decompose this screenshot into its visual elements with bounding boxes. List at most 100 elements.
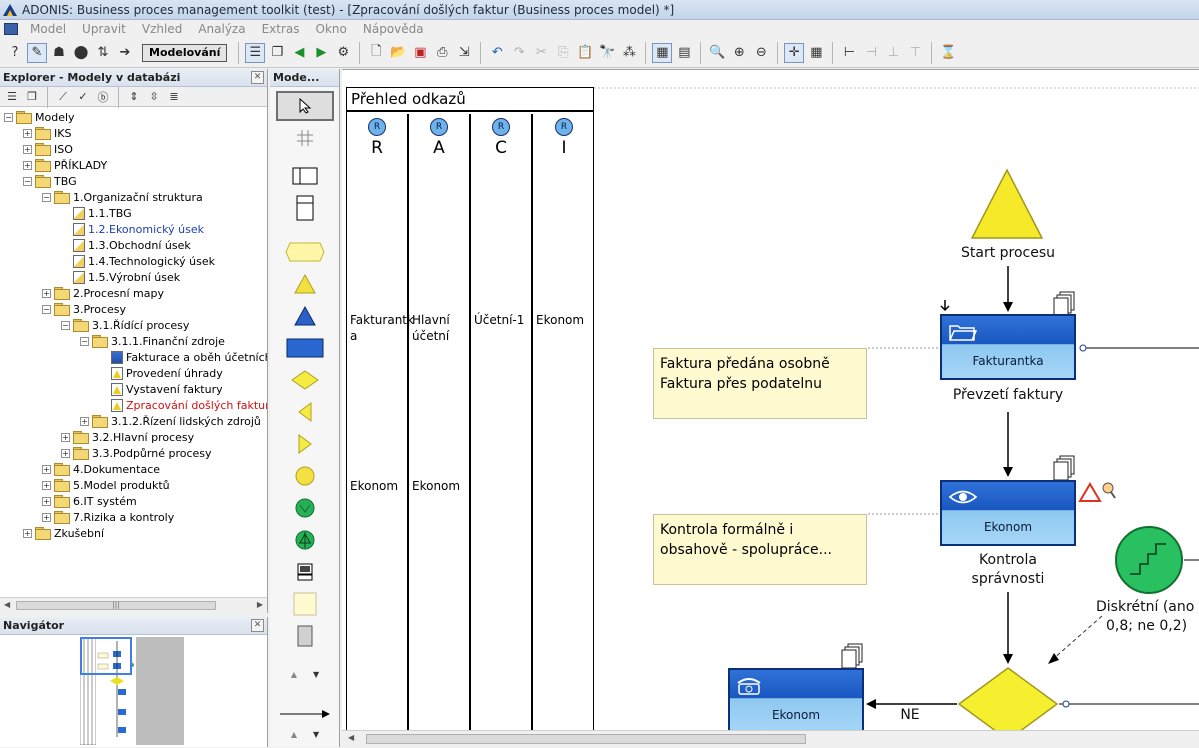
canvas-horizontal-scrollbar[interactable]: ◀ xyxy=(342,730,1199,747)
tree-node[interactable]: 1.1.TBG xyxy=(61,205,132,221)
export-icon[interactable]: ➔ xyxy=(115,43,135,63)
database-icon[interactable]: ☰ xyxy=(245,42,266,63)
expand-icon[interactable]: + xyxy=(42,512,51,522)
transfer-icon[interactable]: ⇅ xyxy=(93,43,113,63)
tree-node[interactable]: +3.3.Podpůrné procesy xyxy=(61,445,212,461)
paste-icon[interactable]: 📋 xyxy=(575,43,595,63)
activity-ekonom[interactable]: Ekonom xyxy=(728,668,864,730)
raci-table[interactable]: Přehled odkazů RR Fakturantk a Ekonom RA … xyxy=(346,87,594,730)
menu-extras[interactable]: Extras xyxy=(254,22,308,36)
collapse-icon[interactable]: − xyxy=(42,192,51,202)
align-right-icon[interactable]: ⊤ xyxy=(905,43,925,63)
activity-prevzeti-faktury[interactable]: Fakturantka xyxy=(940,314,1076,380)
close-icon[interactable]: ✕ xyxy=(251,71,264,84)
tree-node[interactable]: Vystavení faktury xyxy=(99,381,223,397)
menu-window[interactable]: Okno xyxy=(308,22,355,36)
horizontal-swimlane-tool[interactable] xyxy=(276,161,334,191)
aggregation-tool[interactable] xyxy=(276,621,334,651)
expand-icon[interactable]: + xyxy=(42,464,51,474)
zoom-in-icon[interactable]: ⊕ xyxy=(729,43,749,63)
connector-tool[interactable] xyxy=(276,699,334,729)
document-icon[interactable] xyxy=(4,23,18,35)
tree-node[interactable]: − TBG xyxy=(23,173,77,189)
expand-all-icon[interactable]: ⇕ xyxy=(125,89,143,105)
tree-node[interactable]: +5.Model produktů xyxy=(42,477,170,493)
merge-tool[interactable] xyxy=(276,397,334,427)
menu-analysis[interactable]: Analýza xyxy=(190,22,253,36)
grid-icon[interactable]: ⁂ xyxy=(619,43,639,63)
copy-icon[interactable]: ⎘ xyxy=(553,43,573,63)
pointer-tool[interactable] xyxy=(276,91,334,121)
tree-node[interactable]: + PŘÍKLADY xyxy=(23,157,107,173)
expand-icon[interactable]: + xyxy=(23,144,32,154)
align-center-icon[interactable]: ⊣ xyxy=(861,43,881,63)
forward-icon[interactable]: ▶ xyxy=(311,43,331,63)
tree-node[interactable]: 1.5.Výrobní úsek xyxy=(61,269,180,285)
tree-node[interactable]: +7.Rizika a kontroly xyxy=(42,509,174,525)
decision-tool[interactable] xyxy=(276,365,334,395)
activity-tool[interactable] xyxy=(276,333,334,363)
modeling-mode-icon[interactable]: ✎ xyxy=(27,42,47,63)
vertical-swimlane-tool[interactable] xyxy=(276,193,334,223)
collapse-icon[interactable]: − xyxy=(80,336,89,346)
computer-tool[interactable] xyxy=(276,557,334,587)
users-icon[interactable]: ☗ xyxy=(49,43,69,63)
settings-icon[interactable]: ⚙ xyxy=(333,43,353,63)
tree-node[interactable]: + Zkušební xyxy=(23,525,104,541)
scroll-thumb[interactable] xyxy=(366,734,806,744)
tree-node[interactable]: 1.4.Technologický úsek xyxy=(61,253,215,269)
expand-icon[interactable]: + xyxy=(61,432,70,442)
tree-node[interactable]: + IKS xyxy=(23,125,71,141)
tree-node[interactable]: +3.1.2.Řízení lidských zdrojů xyxy=(80,413,261,429)
new-icon[interactable]: 🗋 xyxy=(366,43,386,63)
back-icon[interactable]: ◀ xyxy=(289,43,309,63)
help-icon[interactable]: ? xyxy=(5,43,25,63)
database-icon[interactable]: ☰ xyxy=(3,89,21,105)
tree-node[interactable]: − 1.Organizační struktura xyxy=(42,189,203,205)
menu-view[interactable]: Vzhled xyxy=(134,22,190,36)
variable-tool[interactable] xyxy=(276,461,334,491)
undo-icon[interactable]: ↶ xyxy=(487,43,507,63)
graphic-view-icon[interactable]: ▦ xyxy=(652,42,673,63)
swimlane-cross-tool[interactable] xyxy=(276,123,334,153)
tree-node[interactable]: Zpracování došlých faktur xyxy=(99,397,267,413)
expand-icon[interactable]: + xyxy=(23,128,32,138)
version-icon[interactable]: ⓑ xyxy=(94,89,112,105)
tree-node[interactable]: 1.2.Ekonomický úsek xyxy=(61,221,204,237)
viewport-frame[interactable] xyxy=(80,637,132,675)
expand-icon[interactable]: + xyxy=(42,480,51,490)
start-event-tool[interactable] xyxy=(276,269,334,299)
tree-node[interactable]: 1.3.Obchodní úsek xyxy=(61,237,191,253)
random-generator-tool[interactable] xyxy=(276,493,334,523)
menu-model[interactable]: Model xyxy=(22,22,74,36)
collapse-all-icon[interactable]: ⇳ xyxy=(145,89,163,105)
mode-selector[interactable]: Modelování xyxy=(142,43,228,62)
expand-icon[interactable]: + xyxy=(23,528,32,538)
expand-icon[interactable]: + xyxy=(23,160,32,170)
tree-node[interactable]: +4.Dokumentace xyxy=(42,461,160,477)
collapse-icon[interactable]: − xyxy=(23,176,32,186)
explorer-horizontal-scrollbar[interactable]: ◀ ||| ▶ xyxy=(0,597,267,613)
scroll-thumb[interactable]: ||| xyxy=(16,601,216,610)
align-left-icon[interactable]: ⊢ xyxy=(839,43,859,63)
open-icon[interactable]: 📂 xyxy=(388,43,408,63)
note-kontrola[interactable]: Kontrola formálně i obsahově - spolupráce… xyxy=(653,514,867,585)
zoom-out-icon[interactable]: ⊖ xyxy=(751,43,771,63)
menu-edit[interactable]: Upravit xyxy=(74,22,134,36)
tree-node[interactable]: +6.IT systém xyxy=(42,493,137,509)
cut-icon[interactable]: ✂ xyxy=(531,43,551,63)
model-canvas[interactable]: Přehled odkazů RR Fakturantk a Ekonom RA … xyxy=(342,69,1199,730)
paint-icon[interactable]: ⬤ xyxy=(71,43,91,63)
palette-scroll[interactable]: ▲ ▼ xyxy=(276,667,334,681)
find-icon[interactable]: 🔭 xyxy=(597,43,617,63)
tree-node[interactable]: − Modely xyxy=(4,109,75,125)
cross-reference-tool[interactable] xyxy=(276,525,334,555)
expand-icon[interactable]: + xyxy=(42,496,51,506)
parallelity-tool[interactable] xyxy=(276,429,334,459)
navigator-view[interactable] xyxy=(0,635,267,747)
windows-icon[interactable]: ❐ xyxy=(23,89,41,105)
check-icon[interactable]: ✓ xyxy=(74,89,92,105)
hourglass-icon[interactable]: ⌛ xyxy=(938,43,958,63)
note-tool[interactable] xyxy=(276,589,334,619)
save-icon[interactable]: ▣ xyxy=(410,43,430,63)
